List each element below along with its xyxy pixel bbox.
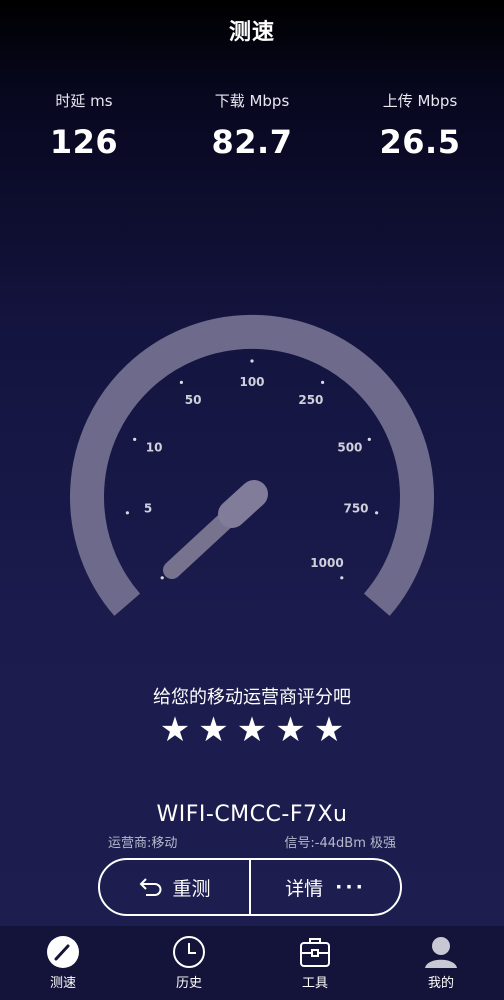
signal-info: 信号:-44dBm 极强 [284,836,396,851]
nav-label-profile: 我的 [427,976,454,991]
details-button[interactable]: 详情 ··· [249,860,400,914]
speed-gauge: 0510501002505007501000 [70,314,434,616]
wifi-ssid: WIFI-CMCC-F7Xu [156,802,348,827]
rating-prompt: 给您的移动运营商评分吧 [153,687,351,708]
gauge-arc [70,314,434,616]
upload-stat: 上传 Mbps 26.5 [336,90,504,161]
gauge-tick-dot [133,437,137,441]
gauge-tick-label: 750 [343,502,368,516]
nav-item-profile[interactable]: 我的 [378,926,504,1000]
gauge-tick-dot [375,511,379,515]
nav-label-speedtest: 测速 [49,976,76,991]
star-2[interactable]: ★ [198,710,228,750]
gauge-ticks: 0510501002505007501000 [125,359,379,580]
gauge-tick-dot [340,576,344,580]
retest-button[interactable]: 重测 [100,860,249,914]
gauge-needle-head [218,480,268,528]
upload-value: 26.5 [379,123,461,161]
gauge-tick-label: 10 [146,440,163,454]
carrier-info: 运营商:移动 [108,836,178,851]
latency-value: 126 [49,123,119,161]
gauge-tick-label: 1000 [310,556,343,570]
nav-label-history: 历史 [175,976,202,991]
details-label: 详情 [285,877,324,900]
gauge-tick-dot [160,576,164,580]
gauge-tick-label: 100 [239,375,264,389]
retest-label: 重测 [172,877,211,900]
speed-gauge-icon [47,936,79,968]
gauge-tick-dot [321,380,325,384]
toolbox-icon [300,938,330,967]
clock-icon [173,936,205,968]
page-title: 测速 [228,20,275,45]
bottom-nav: 测速 历史 工具 我的 [0,926,504,1000]
nav-item-speedtest[interactable]: 测速 [0,926,126,1000]
gauge-tick-dot [179,380,183,384]
gauge-tick-dot [250,359,254,363]
user-icon [425,937,457,968]
nav-item-history[interactable]: 历史 [126,926,252,1000]
gauge-tick-label: 5 [144,502,152,516]
latency-stat: 时延 ms 126 [0,90,168,161]
gauge-tick-dot [367,437,371,441]
undo-icon [140,878,162,896]
more-dots-icon: ··· [335,876,366,898]
star-5[interactable]: ★ [314,710,344,750]
star-1[interactable]: ★ [160,710,190,750]
star-4[interactable]: ★ [275,710,305,750]
nav-item-tools[interactable]: 工具 [252,926,378,1000]
gauge-tick-label: 250 [298,393,323,407]
gauge-tick-dot [125,511,129,515]
download-stat: 下载 Mbps 82.7 [168,90,336,161]
star-3[interactable]: ★ [237,710,267,750]
upload-label: 上传 Mbps [382,92,458,110]
download-value: 82.7 [211,123,293,161]
latency-label: 时延 ms [55,92,113,110]
download-label: 下载 Mbps [214,92,290,110]
star-rating[interactable]: ★ ★ ★ ★ ★ [0,710,504,750]
action-buttons: 重测 详情 ··· [98,858,402,916]
gauge-tick-label: 500 [337,440,362,454]
gauge-tick-label: 50 [185,393,202,407]
nav-label-tools: 工具 [301,976,328,991]
